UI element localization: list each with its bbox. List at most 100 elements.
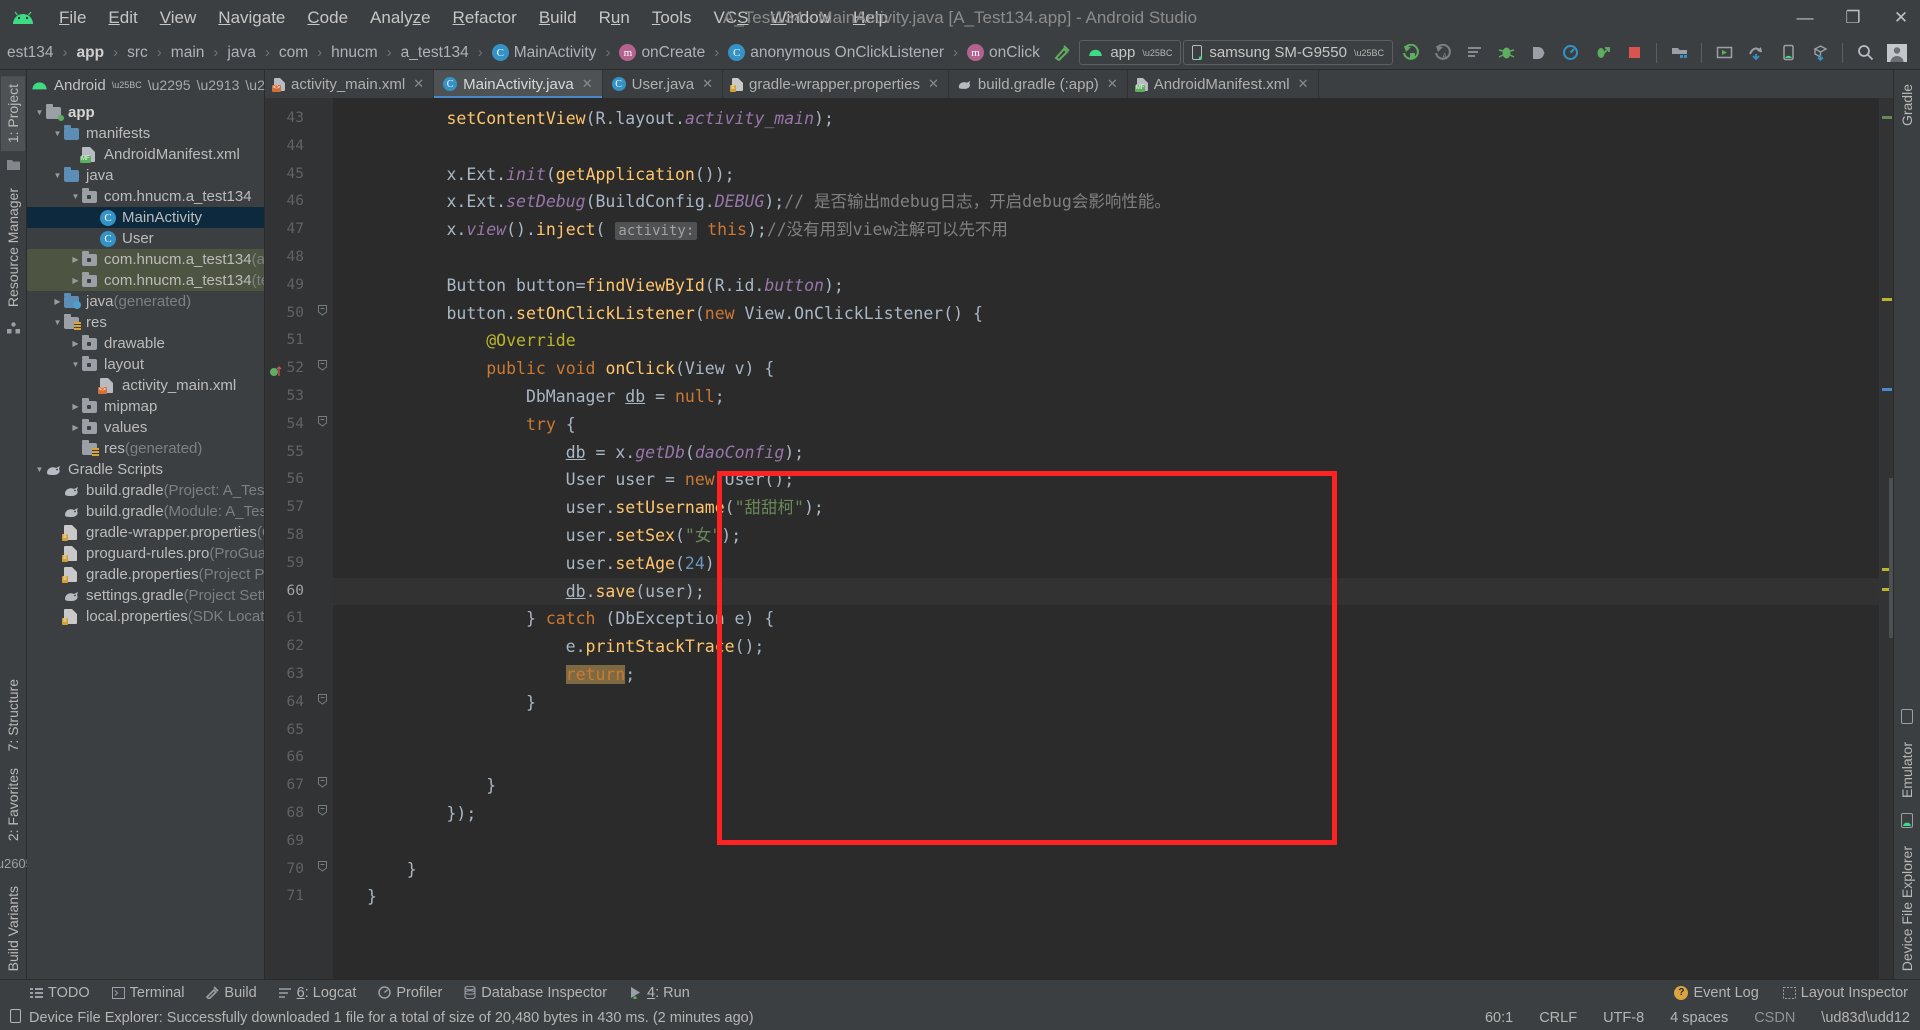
menu-refactor[interactable]: Refactor	[442, 6, 528, 30]
line-number[interactable]: 43	[265, 105, 311, 133]
tree-twisty-icon[interactable]: ▼	[51, 129, 64, 138]
tool-window-4-run[interactable]: 4: Run	[629, 985, 690, 1001]
tree-row[interactable]: ▼ Gradle Scripts	[27, 459, 264, 480]
code-line[interactable]	[333, 133, 1879, 161]
breadcrumb-item-src[interactable]: src	[124, 43, 151, 63]
code-line[interactable]: Button button=findViewById(R.id.button);	[333, 272, 1879, 300]
user-avatar-icon[interactable]	[1882, 40, 1912, 66]
line-number[interactable]: 56	[265, 466, 311, 494]
sidebar-tab-emulator[interactable]: Emulator	[1895, 734, 1919, 806]
breadcrumb-item-app[interactable]: app	[74, 43, 108, 63]
line-number[interactable]: 52	[265, 355, 311, 383]
code-line[interactable]: }	[333, 883, 1879, 911]
fold-marker-icon[interactable]	[311, 300, 333, 328]
code-line[interactable]: User user = new User();	[333, 466, 1879, 494]
line-number[interactable]: 48	[265, 244, 311, 272]
lock-icon[interactable]: \ud83d\udd12	[1821, 1010, 1910, 1026]
tool-window-database-inspector[interactable]: Database Inspector	[464, 985, 607, 1001]
code-line[interactable]: });	[333, 800, 1879, 828]
tree-row[interactable]: <> activity_main.xml	[27, 375, 264, 396]
fold-marker-icon[interactable]	[311, 800, 333, 828]
line-number[interactable]: 46	[265, 188, 311, 216]
breadcrumb-item-anonymous-onclicklistener[interactable]: Canonymous OnClickListener	[725, 43, 947, 63]
sidebar-tab-favorites[interactable]: 2: Favorites	[1, 760, 25, 849]
menu-tools[interactable]: Tools	[641, 6, 703, 30]
tree-twisty-icon[interactable]: ▼	[69, 360, 82, 369]
breadcrumb-item-a-test134[interactable]: a_test134	[398, 43, 472, 63]
caret-position[interactable]: 60:1	[1485, 1010, 1513, 1026]
line-number[interactable]: 65	[265, 717, 311, 745]
tree-row[interactable]: ▼ layout	[27, 354, 264, 375]
code-editor[interactable]: 43 44 45 46 47 48 49 50 51 52 53 54 55 56 57 58 59 60 61 62…	[265, 98, 1893, 979]
maximize-button[interactable]: ❐	[1842, 8, 1864, 28]
code-line[interactable]: }	[333, 689, 1879, 717]
file-encoding[interactable]: UTF-8	[1603, 1010, 1644, 1026]
code-line[interactable]: user.setAge(24);	[333, 550, 1879, 578]
line-number[interactable]: 64	[265, 689, 311, 717]
module-selector[interactable]: app \u25BC	[1079, 40, 1182, 65]
line-number[interactable]: 60	[265, 578, 311, 606]
tree-row[interactable]: settings.gradle (Project Setting	[27, 585, 264, 606]
menu-analyze[interactable]: Analyze	[359, 6, 442, 30]
tree-row[interactable]: ≡ local.properties (SDK Location)	[27, 606, 264, 627]
code-text[interactable]: setContentView(R.layout.activity_main); …	[333, 98, 1879, 979]
run-with-coverage-icon[interactable]: A	[1427, 40, 1457, 66]
stop-icon[interactable]	[1619, 40, 1649, 66]
apply-changes-icon[interactable]	[1587, 40, 1617, 66]
vcs-branch[interactable]: CSDN	[1754, 1010, 1795, 1026]
menu-build[interactable]: Build	[528, 6, 588, 30]
tool-window-todo[interactable]: TODO	[30, 985, 90, 1001]
profiler-icon[interactable]	[1555, 40, 1585, 66]
code-line[interactable]	[333, 744, 1879, 772]
line-number[interactable]: 45	[265, 161, 311, 189]
target-icon[interactable]: \u2295	[148, 77, 191, 93]
tree-row[interactable]: ▼ res	[27, 312, 264, 333]
menu-edit[interactable]: Edit	[97, 6, 148, 30]
fold-marker-icon[interactable]	[311, 411, 333, 439]
code-line[interactable]: button.setOnClickListener(new View.OnCli…	[333, 300, 1879, 328]
line-separator[interactable]: CRLF	[1539, 1010, 1577, 1026]
device-manager-icon[interactable]	[1741, 40, 1771, 66]
tree-twisty-icon[interactable]: ▶	[69, 339, 82, 348]
code-line[interactable]: setContentView(R.layout.activity_main);	[333, 105, 1879, 133]
menu-run[interactable]: Run	[588, 6, 641, 30]
line-number-gutter[interactable]: 43 44 45 46 47 48 49 50 51 52 53 54 55 56 57 58 59 60 61 62…	[265, 98, 311, 979]
editor-tab-gradle-wrapper-properties[interactable]: ≡ gradle-wrapper.properties ✕	[723, 70, 949, 98]
scrollbar-thumb[interactable]	[1889, 478, 1893, 638]
tool-window-build[interactable]: Build	[206, 985, 257, 1001]
line-number[interactable]: 54	[265, 411, 311, 439]
code-line[interactable]: user.setSex("女");	[333, 522, 1879, 550]
tool-window-layout-inspector[interactable]: Layout Inspector	[1782, 985, 1908, 1001]
project-tree[interactable]: ▼ app ▼ manifests MF AndroidManifest.xml ▼ java…	[27, 100, 264, 979]
tree-row[interactable]: ▶ com.hnucm.a_test134 (androidTest)	[27, 249, 264, 270]
line-number[interactable]: 61	[265, 605, 311, 633]
make-project-icon[interactable]	[1047, 40, 1077, 66]
tree-twisty-icon[interactable]: ▼	[33, 465, 46, 474]
breadcrumb-item-est134[interactable]: est134	[4, 43, 57, 63]
tree-twisty-icon[interactable]: ▶	[69, 402, 82, 411]
code-line[interactable]	[333, 828, 1879, 856]
error-stripe-gutter[interactable]	[1879, 98, 1893, 979]
tree-row[interactable]: ▼ app	[27, 102, 264, 123]
tree-row[interactable]: C User	[27, 228, 264, 249]
tree-twisty-icon[interactable]: ▼	[69, 192, 82, 201]
tree-row[interactable]: ▼ java	[27, 165, 264, 186]
line-number[interactable]: 70	[265, 856, 311, 884]
project-view-selector[interactable]: Android \u25BC	[31, 77, 142, 94]
editor-tab-build-gradle-app-[interactable]: build.gradle (:app) ✕	[949, 70, 1128, 98]
tree-row[interactable]: ▼ manifests	[27, 123, 264, 144]
code-line[interactable]: @Override	[333, 327, 1879, 355]
sidebar-tab-device-file-explorer[interactable]: Device File Explorer	[1895, 838, 1919, 979]
sidebar-tab-build-variants[interactable]: Build Variants	[1, 878, 25, 979]
tree-row[interactable]: ≡ proguard-rules.pro (ProGuard	[27, 543, 264, 564]
code-line[interactable]: x.Ext.init(getApplication());	[333, 161, 1879, 189]
code-line[interactable]: }	[333, 856, 1879, 884]
close-icon[interactable]: ✕	[1107, 76, 1118, 92]
close-icon[interactable]: ✕	[582, 76, 593, 92]
device-file-explorer-icon[interactable]	[1773, 40, 1803, 66]
code-line[interactable]: }	[333, 772, 1879, 800]
breadcrumb-item-java[interactable]: java	[224, 43, 258, 63]
tool-window-terminal[interactable]: Terminal	[111, 985, 184, 1001]
line-number[interactable]: 59	[265, 550, 311, 578]
code-line[interactable]: DbManager db = null;	[333, 383, 1879, 411]
